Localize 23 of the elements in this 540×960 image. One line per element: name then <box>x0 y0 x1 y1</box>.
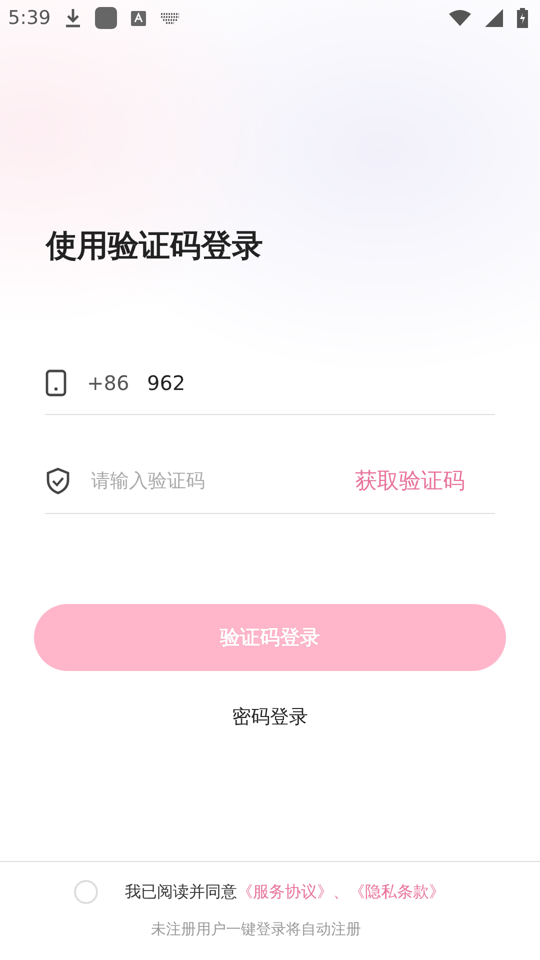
status-time: 5:39 <box>8 7 51 29</box>
agreement-link[interactable]: 《隐私条款》 <box>349 882 445 902</box>
app-icon <box>94 7 117 29</box>
country-code[interactable]: +86 <box>87 371 147 395</box>
agreement-link[interactable]: 《服务协议》 <box>237 882 333 902</box>
download-icon <box>64 8 81 28</box>
get-code-button[interactable]: 获取验证码 <box>355 466 495 496</box>
shield-check-icon <box>45 467 71 495</box>
wifi-icon <box>449 10 471 26</box>
page-title: 使用验证码登录 <box>46 227 264 266</box>
separator-text: 、 <box>333 882 349 902</box>
keyboard-icon <box>160 12 180 24</box>
signal-icon <box>485 9 503 27</box>
code-input[interactable]: 请输入验证码 <box>91 470 355 492</box>
phone-field[interactable]: +86 962 <box>45 352 495 415</box>
register-note: 未注册用户一键登录将自动注册 <box>151 920 362 939</box>
agree-checkbox[interactable] <box>74 880 98 904</box>
agreement-text: 我已阅读并同意 <box>125 882 237 902</box>
battery-icon <box>517 8 528 28</box>
phone-value: 962 <box>147 371 186 395</box>
keyboard-letter-icon <box>130 10 146 26</box>
password-login-link[interactable]: 密码登录 <box>232 704 308 730</box>
phone-icon <box>45 369 67 397</box>
